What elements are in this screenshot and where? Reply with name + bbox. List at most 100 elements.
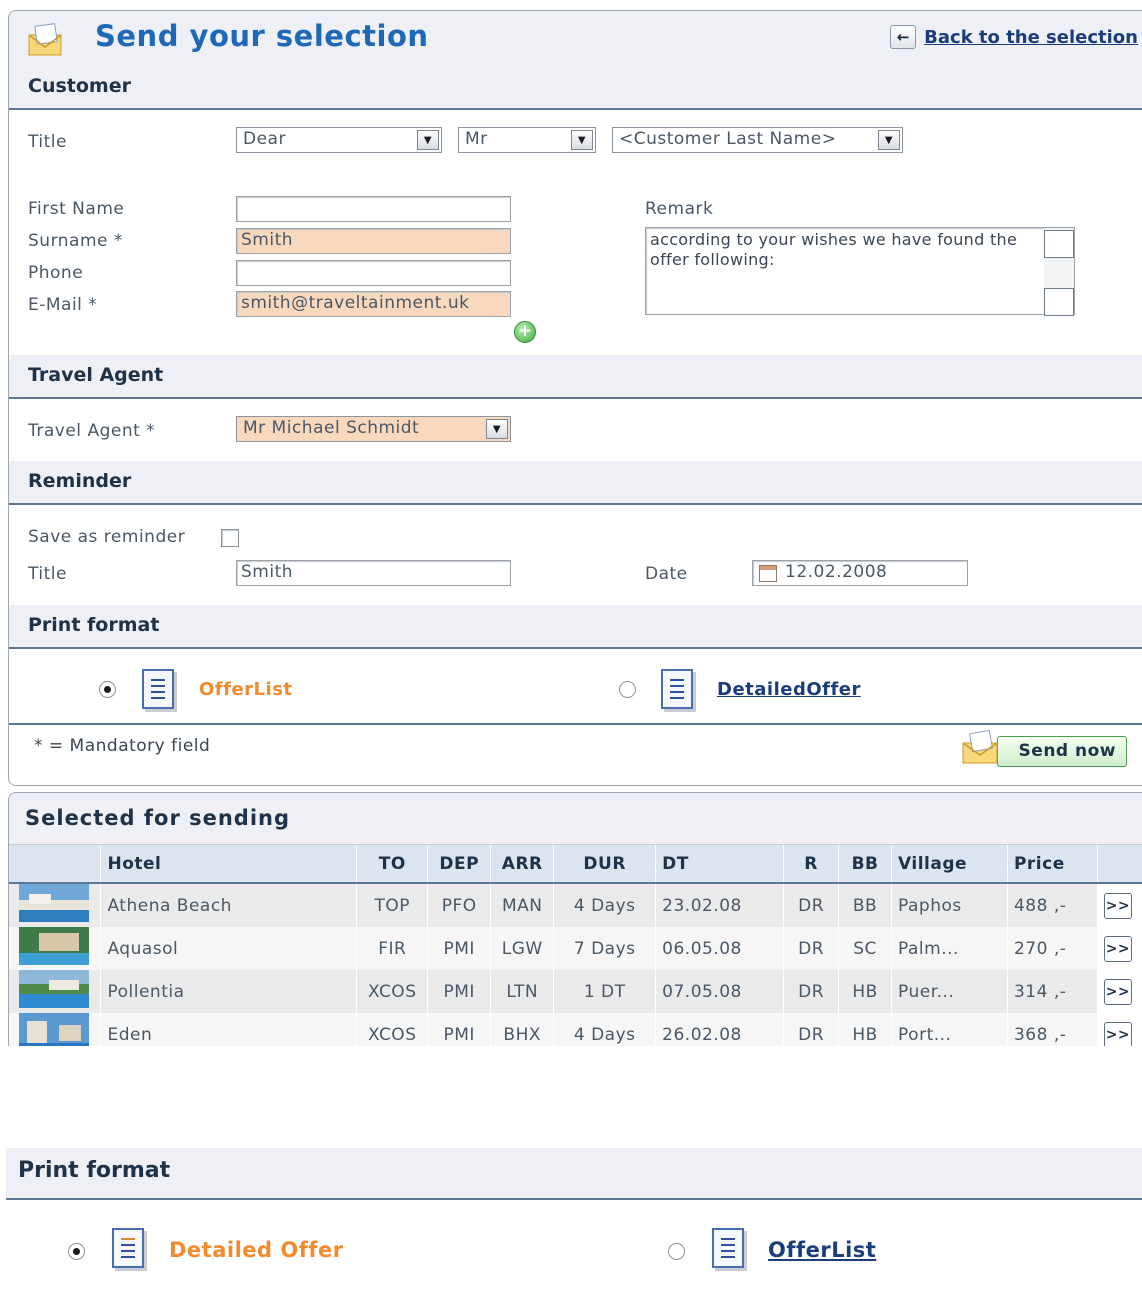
offerlist-alt-radio[interactable] <box>668 1243 685 1260</box>
thumbnail-column-header <box>9 845 102 884</box>
table-header-row: Hotel TO DEP ARR DUR DT R BB Village Pri… <box>9 845 1142 884</box>
column-header-to[interactable]: TO <box>356 845 429 884</box>
remark-textarea[interactable]: according to your wishes we have found t… <box>645 227 1075 316</box>
column-header-village[interactable]: Village <box>891 845 1008 884</box>
name-format-select[interactable]: <Customer Last Name> ▼ <box>612 127 903 153</box>
room: DR <box>783 883 840 927</box>
more-cell: >> <box>1097 883 1142 927</box>
detailedoffer-radio[interactable] <box>619 681 636 698</box>
send-now-label: Send now <box>997 736 1127 767</box>
tour-operator: XCOS <box>356 970 429 1013</box>
details-button[interactable]: >> <box>1103 1021 1132 1046</box>
room: DR <box>783 970 840 1013</box>
duration: 1 DT <box>553 970 657 1013</box>
first-name-field[interactable] <box>236 196 511 222</box>
travel-agent-label: Travel Agent * <box>28 421 156 441</box>
tour-operator: FIR <box>356 927 429 970</box>
price: 314 ,- <box>1007 970 1098 1013</box>
hotel-photo <box>19 884 89 922</box>
departure: PMI <box>427 970 492 1013</box>
column-header-dt[interactable]: DT <box>655 845 785 884</box>
date: 06.05.08 <box>655 927 785 970</box>
date: 26.02.08 <box>655 1013 785 1046</box>
departure: PMI <box>427 1013 492 1046</box>
village: Puer... <box>891 970 1008 1013</box>
column-header-r[interactable]: R <box>783 845 840 884</box>
room: DR <box>783 927 840 970</box>
table-row[interactable]: Athena Beach TOP PFO MAN 4 Days 23.02.08… <box>9 883 1142 927</box>
hotel-name: Aquasol <box>100 927 358 970</box>
scroll-up-button[interactable] <box>1044 230 1074 258</box>
detailed-offer-option-label[interactable]: Detailed Offer <box>169 1238 344 1262</box>
calendar-icon[interactable] <box>759 565 777 582</box>
selected-section-header: Selected for sending <box>9 793 1142 845</box>
column-header-arr[interactable]: ARR <box>490 845 555 884</box>
travel-agent-section-title: Travel Agent <box>28 364 164 386</box>
arrival: BHX <box>490 1013 555 1046</box>
travel-agent-select[interactable]: Mr Michael Schmidt ▼ <box>236 416 511 442</box>
panel-header: Send your selection ← Back to the select… <box>9 11 1142 73</box>
page-title: Send your selection <box>95 19 429 53</box>
hotel-thumbnail <box>9 883 102 927</box>
detailed-offer-radio[interactable] <box>68 1243 85 1260</box>
send-now-button[interactable]: Send now <box>961 729 1127 771</box>
board: HB <box>838 1013 893 1046</box>
hotel-thumbnail <box>9 970 102 1013</box>
phone-label: Phone <box>28 263 84 283</box>
remark-scrollbar[interactable] <box>1044 228 1074 316</box>
table-row[interactable]: Aquasol FIR PMI LGW 7 Days 06.05.08 DR S… <box>9 927 1142 970</box>
column-header-bb[interactable]: BB <box>838 845 893 884</box>
detailedoffer-option-link[interactable]: DetailedOffer <box>717 679 861 700</box>
selected-offers-table: Hotel TO DEP ARR DUR DT R BB Village Pri… <box>9 845 1142 1046</box>
save-reminder-checkbox[interactable] <box>221 529 239 547</box>
board: SC <box>838 927 893 970</box>
reminder-section-title: Reminder <box>28 470 132 492</box>
price: 368 ,- <box>1007 1013 1098 1046</box>
email-label: E-Mail * <box>28 295 98 315</box>
offerlist-alt-option-link[interactable]: OfferList <box>768 1238 876 1262</box>
chevron-down-icon: ▼ <box>417 130 439 150</box>
scroll-down-button[interactable] <box>1044 288 1074 316</box>
envelope-icon <box>28 23 62 56</box>
customer-section-header: Customer <box>9 66 1142 110</box>
details-button[interactable]: >> <box>1103 978 1132 1005</box>
surname-field[interactable]: Smith <box>236 228 511 254</box>
column-header-dur[interactable]: DUR <box>553 845 657 884</box>
column-header-hotel[interactable]: Hotel <box>100 845 358 884</box>
form-of-address-select[interactable]: Mr ▼ <box>458 127 596 153</box>
salutation-select[interactable]: Dear ▼ <box>236 127 442 153</box>
remark-label: Remark <box>645 199 714 219</box>
email-field[interactable]: smith@traveltainment.uk <box>236 291 511 317</box>
hotel-name: Pollentia <box>100 970 358 1013</box>
table-row[interactable]: Pollentia XCOS PMI LTN 1 DT 07.05.08 DR … <box>9 970 1142 1013</box>
date: 23.02.08 <box>655 883 785 927</box>
details-button[interactable]: >> <box>1103 892 1132 919</box>
details-button[interactable]: >> <box>1103 935 1132 962</box>
selected-section-title: Selected for sending <box>25 806 291 830</box>
surname-label: Surname * <box>28 231 123 251</box>
add-email-icon[interactable]: + <box>514 321 536 343</box>
remark-text: according to your wishes we have found t… <box>650 230 1018 269</box>
travel-agent-value: Mr Michael Schmidt <box>243 418 420 438</box>
date: 07.05.08 <box>655 970 785 1013</box>
document-icon <box>142 669 174 709</box>
print-format-alt-section-header: Print format <box>6 1148 1142 1200</box>
reminder-title-field[interactable]: Smith <box>236 560 511 586</box>
column-header-dep[interactable]: DEP <box>427 845 492 884</box>
more-cell: >> <box>1097 970 1142 1013</box>
travel-agent-section-header: Travel Agent <box>9 355 1142 399</box>
table-row[interactable]: Eden XCOS PMI BHX 4 Days 26.02.08 DR HB … <box>9 1013 1142 1046</box>
form-of-address-value: Mr <box>465 129 488 149</box>
offerlist-radio[interactable] <box>99 681 116 698</box>
date-field[interactable]: 12.02.2008 <box>752 560 968 586</box>
save-reminder-label: Save as reminder <box>28 527 186 547</box>
back-to-selection-link[interactable]: ← Back to the selection <box>890 25 1138 49</box>
chevron-down-icon: ▼ <box>571 130 593 150</box>
phone-field[interactable] <box>236 260 511 286</box>
duration: 7 Days <box>553 927 657 970</box>
first-name-label: First Name <box>28 199 125 219</box>
column-header-price[interactable]: Price <box>1007 845 1098 884</box>
hotel-photo <box>19 970 89 1008</box>
hotel-name: Eden <box>100 1013 358 1046</box>
offerlist-option-label[interactable]: OfferList <box>199 679 293 700</box>
